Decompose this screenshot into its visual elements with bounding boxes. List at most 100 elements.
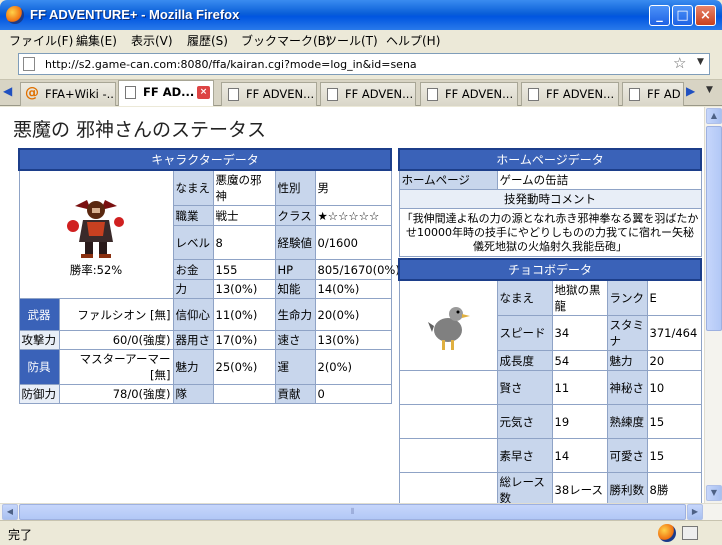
scroll-up-icon[interactable]: ▲ (706, 108, 722, 124)
label-speed: 速さ (274, 330, 316, 350)
value-cuteness: 15 (646, 438, 702, 473)
menu-tools[interactable]: ツール(T) (325, 32, 378, 49)
tab-bar: ◀ @ FFA+Wiki -... FF AD... × FF ADVEN...… (0, 80, 722, 106)
bookmark-star-icon[interactable]: ☆ (673, 54, 686, 72)
value-luck: 2(0%) (314, 349, 392, 385)
scroll-down-icon[interactable]: ▼ (706, 485, 722, 501)
url-input[interactable] (45, 56, 655, 72)
value-wisdom: 11 (551, 370, 608, 405)
value-experience: 0/1600 (314, 225, 392, 260)
value-name: 悪魔の邪神 (212, 169, 276, 206)
menu-help[interactable]: ヘルプ(H) (386, 32, 440, 49)
tab-label: FF AD... (143, 85, 195, 99)
tab-list-icon[interactable]: ▼ (706, 85, 713, 95)
tab-label: FFA+Wiki -... (45, 87, 116, 101)
label-vitality: 生命力 (274, 298, 316, 331)
value-vitality: 20(0%) (314, 298, 392, 331)
status-text: 完了 (8, 528, 33, 542)
value-faith: 11(0%) (212, 298, 276, 331)
navigation-bar: ☆ ▼ (0, 50, 722, 80)
close-button[interactable]: × (695, 5, 716, 26)
value-charm: 25(0%) (212, 349, 276, 385)
chocobo-table: チョコボデータ なまえ 地獄の黒龍 ランク E スピード 34 スタミナ 371… (397, 258, 703, 503)
menu-file[interactable]: ファイル(F) (9, 32, 73, 49)
homepage-link[interactable]: ゲームの缶詰 (496, 169, 702, 190)
tab-ff-adventure[interactable]: FF ADVEN... (320, 82, 416, 106)
label-intelligence: 知能 (274, 279, 316, 299)
comment-header: 技発動時コメント (398, 189, 702, 209)
label-mystery: 神秘さ (606, 370, 648, 405)
value-contribution: 0 (314, 384, 392, 404)
label-rank: ランク (606, 279, 648, 316)
tab-scroll-left-icon[interactable]: ◀ (3, 84, 12, 98)
minimize-button[interactable]: _ (649, 5, 670, 26)
label-chocobo-name: なまえ (496, 279, 553, 316)
firefox-status-icon[interactable] (658, 524, 676, 542)
menu-view[interactable]: 表示(V) (131, 32, 173, 49)
horizontal-scroll-thumb[interactable]: ⦀ (19, 504, 686, 520)
label-level: レベル (172, 225, 214, 260)
label-dexterity: 器用さ (172, 330, 214, 350)
label-weapon: 武器 (18, 298, 60, 331)
window-title: FF ADVENTURE+ - Mozilla Firefox (30, 7, 240, 22)
horizontal-scrollbar[interactable]: ◀ ⦀ ▶ (0, 503, 722, 520)
url-dropdown-icon[interactable]: ▼ (697, 57, 704, 67)
window-status-icon[interactable] (682, 526, 698, 540)
tab-close-icon[interactable]: × (197, 86, 210, 99)
page-title: 悪魔の 邪神さんのステータス (13, 119, 267, 141)
empty-cell (398, 370, 498, 405)
value-agility: 14 (551, 438, 608, 473)
tab-label: FF ADVEN... (246, 87, 315, 101)
value-gender: 男 (314, 169, 392, 206)
tab-ff-adventure[interactable]: FF ADVEN... (221, 82, 317, 106)
tab-label: FF AD (647, 87, 681, 101)
value-armor: マスターアーマー [無] (58, 349, 174, 385)
scroll-right-icon[interactable]: ▶ (687, 504, 703, 520)
label-homepage: ホームページ (398, 169, 498, 190)
value-mystery: 10 (646, 370, 702, 405)
firefox-logo-icon (6, 6, 24, 24)
label-chocobo-charm: 魅力 (606, 350, 648, 371)
page-content: 悪魔の 邪神さんのステータス キャラクターデータ 勝率:52% なまえ 悪魔の邪… (0, 107, 704, 503)
tab-label: FF ADVEN... (345, 87, 414, 101)
label-defense: 防御力 (18, 384, 60, 404)
character-header: キャラクターデータ (18, 148, 392, 171)
label-growth: 成長度 (496, 350, 553, 371)
vertical-scroll-thumb[interactable] (706, 126, 722, 331)
empty-cell (398, 404, 498, 439)
value-hp: 805/1670(0%) (314, 259, 400, 280)
empty-cell (398, 472, 498, 503)
tab-ffa-wiki[interactable]: @ FFA+Wiki -... (20, 82, 116, 106)
value-job: 戦士 (212, 205, 276, 226)
label-gender: 性別 (274, 169, 316, 206)
menu-edit[interactable]: 編集(E) (76, 32, 117, 49)
tab-label: FF ADVEN... (445, 87, 514, 101)
maximize-button[interactable]: □ (672, 5, 693, 26)
value-strength: 13(0%) (212, 279, 276, 299)
value-money: 155 (212, 259, 276, 280)
value-party (212, 384, 276, 404)
scroll-left-icon[interactable]: ◀ (2, 504, 18, 520)
tab-scroll-right-icon[interactable]: ▶ (686, 84, 695, 98)
menu-bookmarks[interactable]: ブックマーク(B) (241, 32, 331, 49)
skill-comment: 「我伸間達よ私の力の源となれ赤き邪神拳なる翼を羽ばたかせ10000年時の技手にや… (398, 208, 702, 257)
label-attack: 攻撃力 (18, 330, 60, 350)
page-icon (629, 88, 640, 101)
homepage-table: ホームページデータ ホームページ ゲームの缶詰 技発動時コメント 「我伸間達よ私… (398, 148, 702, 257)
menu-history[interactable]: 履歴(S) (187, 32, 228, 49)
tab-ff-adventure[interactable]: FF ADVEN... (420, 82, 518, 106)
value-chocobo-name: 地獄の黒龍 (551, 279, 608, 316)
menu-bar: ファイル(F) 編集(E) 表示(V) 履歴(S) ブックマーク(B) ツール(… (0, 30, 722, 50)
tab-ff-adventure-active[interactable]: FF AD... × (118, 80, 214, 106)
tab-ff-adventure[interactable]: FF AD (622, 82, 684, 106)
vertical-scrollbar[interactable]: ▲ ▼ (704, 107, 722, 503)
value-attack: 60/0(強度) (58, 330, 174, 350)
value-chocobo-charm: 20 (646, 350, 702, 371)
value-total-races: 38レース (551, 472, 608, 503)
status-bar: 完了 (0, 520, 722, 545)
url-bar[interactable]: ☆ ▼ (18, 53, 710, 75)
tab-ff-adventure[interactable]: FF ADVEN... (521, 82, 619, 106)
label-faith: 信仰心 (172, 298, 214, 331)
value-intelligence: 14(0%) (314, 279, 392, 299)
chocobo-portrait-cell (398, 279, 498, 371)
